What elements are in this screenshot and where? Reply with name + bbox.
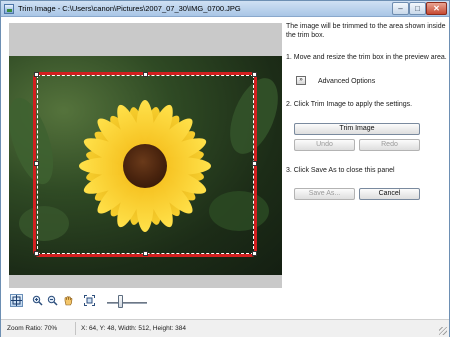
preview-toolbar xyxy=(6,294,147,312)
minimize-button[interactable]: – xyxy=(392,2,409,15)
trim-box-tool-icon[interactable] xyxy=(10,294,23,307)
advanced-options-icon[interactable]: » xyxy=(296,76,306,85)
hand-pan-icon[interactable] xyxy=(62,295,75,308)
window-title: Trim Image - C:\Users\canon\Pictures\200… xyxy=(18,4,241,13)
step-2-text: 2. Click Trim Image to apply the setting… xyxy=(286,101,413,108)
trim-handle-bottom-left[interactable] xyxy=(34,251,39,256)
app-icon xyxy=(4,4,14,14)
zoom-in-icon[interactable] xyxy=(31,295,44,308)
status-bar: Zoom Ratio: 70% X: 64, Y: 48, Width: 512… xyxy=(1,319,449,337)
preview-area[interactable] xyxy=(9,23,282,288)
zoom-out-icon[interactable] xyxy=(46,295,59,308)
trim-image-window: Trim Image - C:\Users\canon\Pictures\200… xyxy=(0,0,450,337)
status-divider xyxy=(75,322,76,335)
trim-handle-left[interactable] xyxy=(34,161,39,166)
maximize-button[interactable]: □ xyxy=(409,2,426,15)
fit-window-icon[interactable] xyxy=(83,295,96,308)
trim-handle-top[interactable] xyxy=(143,72,148,77)
zoom-slider-track[interactable] xyxy=(107,302,147,304)
undo-button[interactable]: Undo xyxy=(294,139,355,151)
step-3-text: 3. Click Save As to close this panel xyxy=(286,167,395,174)
close-button[interactable]: ✕ xyxy=(426,2,447,15)
redo-button[interactable]: Redo xyxy=(359,139,420,151)
image-preview xyxy=(9,56,282,275)
resize-grip[interactable] xyxy=(439,327,447,335)
trim-handle-bottom[interactable] xyxy=(143,251,148,256)
trim-image-button[interactable]: Trim Image xyxy=(294,123,420,135)
save-as-button[interactable]: Save As... xyxy=(294,188,355,200)
trim-handle-right[interactable] xyxy=(252,161,257,166)
trim-handle-top-left[interactable] xyxy=(34,72,39,77)
zoom-slider-thumb[interactable] xyxy=(117,295,123,308)
selection-info-text: X: 64, Y: 48, Width: 512, Height: 384 xyxy=(81,325,187,332)
trim-handle-top-right[interactable] xyxy=(252,72,257,77)
cancel-button[interactable]: Cancel xyxy=(359,188,420,200)
title-bar[interactable]: Trim Image - C:\Users\canon\Pictures\200… xyxy=(1,1,449,17)
intro-text: The image will be trimmed to the area sh… xyxy=(286,23,446,39)
trim-handle-bottom-right[interactable] xyxy=(252,251,257,256)
zoom-ratio-text: Zoom Ratio: 70% xyxy=(7,325,58,332)
step-1-text: 1. Move and resize the trim box in the p… xyxy=(286,54,447,61)
trim-box-dashed-outline xyxy=(37,75,254,254)
advanced-options-link[interactable]: Advanced Options xyxy=(318,77,375,86)
